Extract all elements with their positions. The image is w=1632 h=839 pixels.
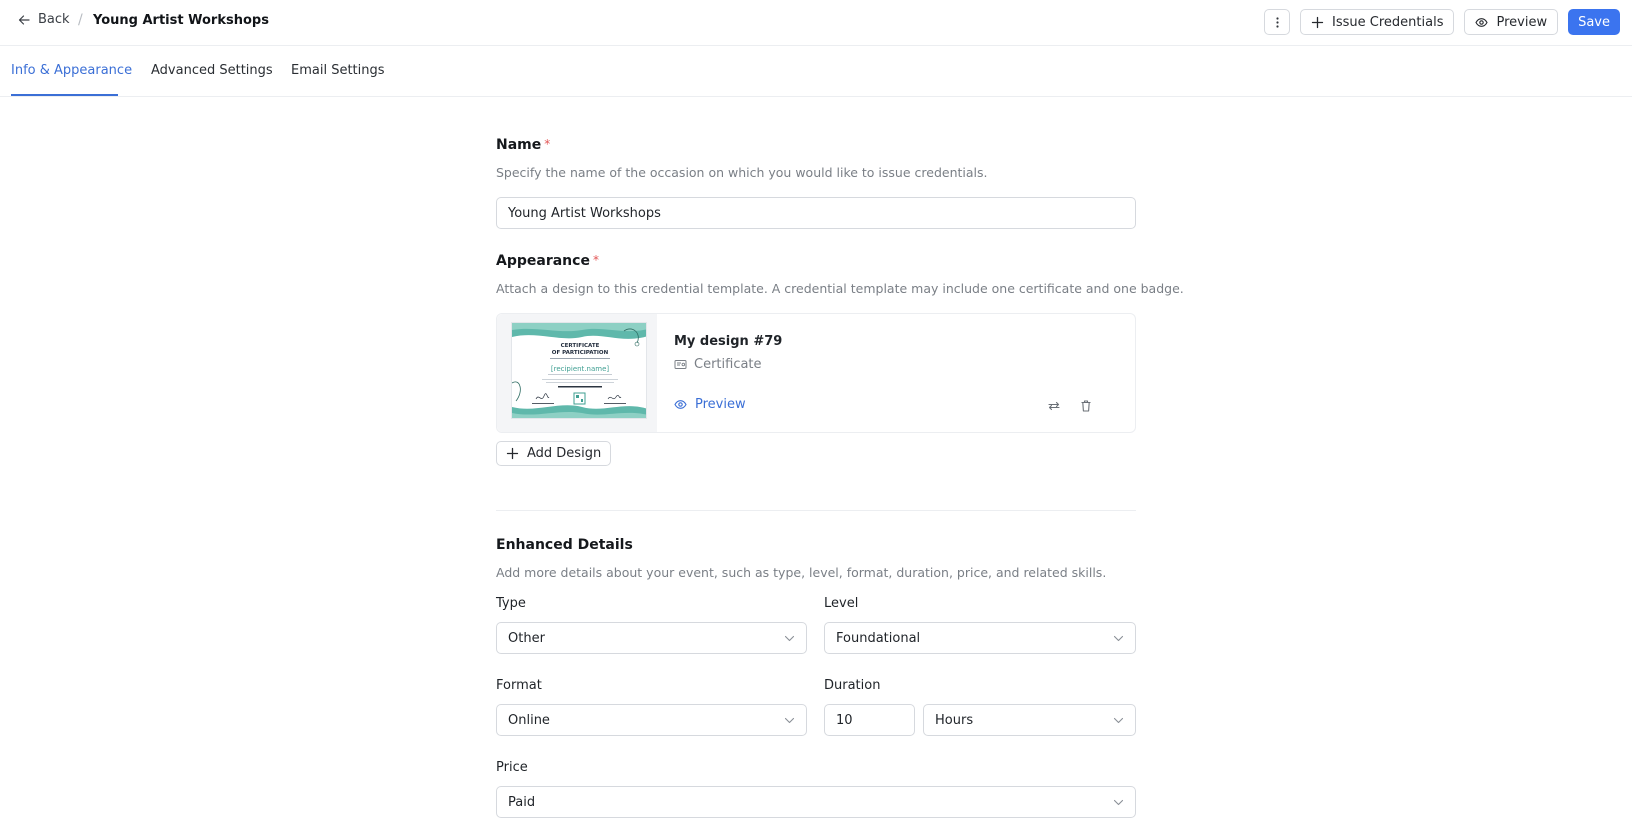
certificate-icon bbox=[674, 360, 687, 369]
duration-input[interactable]: 10 bbox=[824, 704, 915, 736]
format-select[interactable]: Online bbox=[496, 704, 807, 736]
preview-button[interactable]: Preview bbox=[1464, 9, 1559, 35]
chevron-down-icon bbox=[1113, 799, 1124, 806]
design-card: CERTIFICATE OF PARTICIPATION [recipient.… bbox=[496, 313, 1136, 433]
price-label: Price bbox=[496, 760, 528, 775]
section-divider bbox=[496, 510, 1136, 511]
design-type: Certificate bbox=[674, 357, 762, 372]
tab-advanced-settings[interactable]: Advanced Settings bbox=[151, 63, 273, 78]
duration-label: Duration bbox=[824, 678, 881, 693]
breadcrumb-separator: / bbox=[78, 12, 83, 28]
certificate-recipient-placeholder: [recipient.name] bbox=[551, 365, 610, 373]
header-actions: Issue Credentials Preview Save bbox=[1264, 9, 1620, 35]
certificate-heading-line1: CERTIFICATE bbox=[561, 343, 600, 349]
type-value: Other bbox=[508, 630, 545, 646]
arrow-left-icon bbox=[18, 14, 30, 25]
type-select[interactable]: Other bbox=[496, 622, 807, 654]
design-type-label: Certificate bbox=[694, 357, 762, 372]
replace-design-icon[interactable] bbox=[1047, 399, 1061, 413]
back-label: Back bbox=[38, 12, 70, 27]
certificate-artwork: CERTIFICATE OF PARTICIPATION [recipient.… bbox=[512, 323, 646, 418]
duration-unit-value: Hours bbox=[935, 712, 974, 728]
plus-icon bbox=[1311, 16, 1324, 28]
name-label-text: Name bbox=[496, 137, 542, 153]
appearance-label: Appearance * bbox=[496, 253, 599, 269]
design-preview-label: Preview bbox=[695, 397, 746, 412]
active-tab-indicator bbox=[11, 94, 118, 96]
page-title: Young Artist Workshops bbox=[93, 13, 269, 28]
issue-credentials-button[interactable]: Issue Credentials bbox=[1300, 9, 1455, 35]
format-value: Online bbox=[508, 712, 550, 728]
required-mark: * bbox=[592, 253, 599, 267]
type-label: Type bbox=[496, 596, 526, 611]
more-options-button[interactable] bbox=[1264, 9, 1291, 35]
eye-icon bbox=[1475, 17, 1489, 27]
tab-bar: Info & Appearance Advanced Settings Emai… bbox=[0, 46, 1632, 97]
top-bar: Back / Young Artist Workshops Issue Cred… bbox=[0, 0, 1632, 46]
enhanced-details-help-text: Add more details about your event, such … bbox=[496, 565, 1107, 580]
chevron-down-icon bbox=[1113, 717, 1124, 724]
enhanced-details-label: Enhanced Details bbox=[496, 537, 633, 553]
chevron-down-icon bbox=[784, 717, 795, 724]
price-value: Paid bbox=[508, 794, 536, 810]
certificate-thumbnail[interactable]: CERTIFICATE OF PARTICIPATION [recipient.… bbox=[511, 322, 647, 419]
tab-info-appearance[interactable]: Info & Appearance bbox=[11, 63, 132, 78]
level-select[interactable]: Foundational bbox=[824, 622, 1136, 654]
duration-unit-select[interactable]: Hours bbox=[923, 704, 1136, 736]
level-value: Foundational bbox=[836, 630, 921, 646]
name-help-text: Specify the name of the occasion on whic… bbox=[496, 165, 988, 180]
preview-label: Preview bbox=[1496, 14, 1548, 30]
name-input[interactable]: Young Artist Workshops bbox=[496, 197, 1136, 229]
design-name: My design #79 bbox=[674, 334, 783, 349]
back-button[interactable]: Back bbox=[18, 12, 70, 27]
save-button[interactable]: Save bbox=[1568, 9, 1620, 35]
required-mark: * bbox=[544, 137, 551, 151]
name-label: Name * bbox=[496, 137, 550, 153]
vertical-dots-icon bbox=[1275, 16, 1279, 28]
design-thumbnail-frame: CERTIFICATE OF PARTICIPATION [recipient.… bbox=[497, 314, 657, 432]
plus-icon bbox=[506, 447, 519, 460]
eye-icon bbox=[674, 400, 687, 409]
certificate-heading-line2: OF PARTICIPATION bbox=[552, 350, 609, 356]
price-select[interactable]: Paid bbox=[496, 786, 1136, 818]
chevron-down-icon bbox=[784, 635, 795, 642]
design-preview-link[interactable]: Preview bbox=[674, 397, 746, 412]
tab-email-settings[interactable]: Email Settings bbox=[291, 63, 385, 78]
format-label: Format bbox=[496, 678, 542, 693]
issue-credentials-label: Issue Credentials bbox=[1332, 14, 1444, 30]
add-design-button[interactable]: Add Design bbox=[496, 441, 612, 466]
appearance-label-text: Appearance bbox=[496, 253, 590, 269]
appearance-help-text: Attach a design to this credential templ… bbox=[496, 281, 1184, 296]
level-label: Level bbox=[824, 596, 859, 611]
chevron-down-icon bbox=[1113, 635, 1124, 642]
add-design-label: Add Design bbox=[527, 446, 602, 461]
trash-icon[interactable] bbox=[1079, 399, 1093, 413]
